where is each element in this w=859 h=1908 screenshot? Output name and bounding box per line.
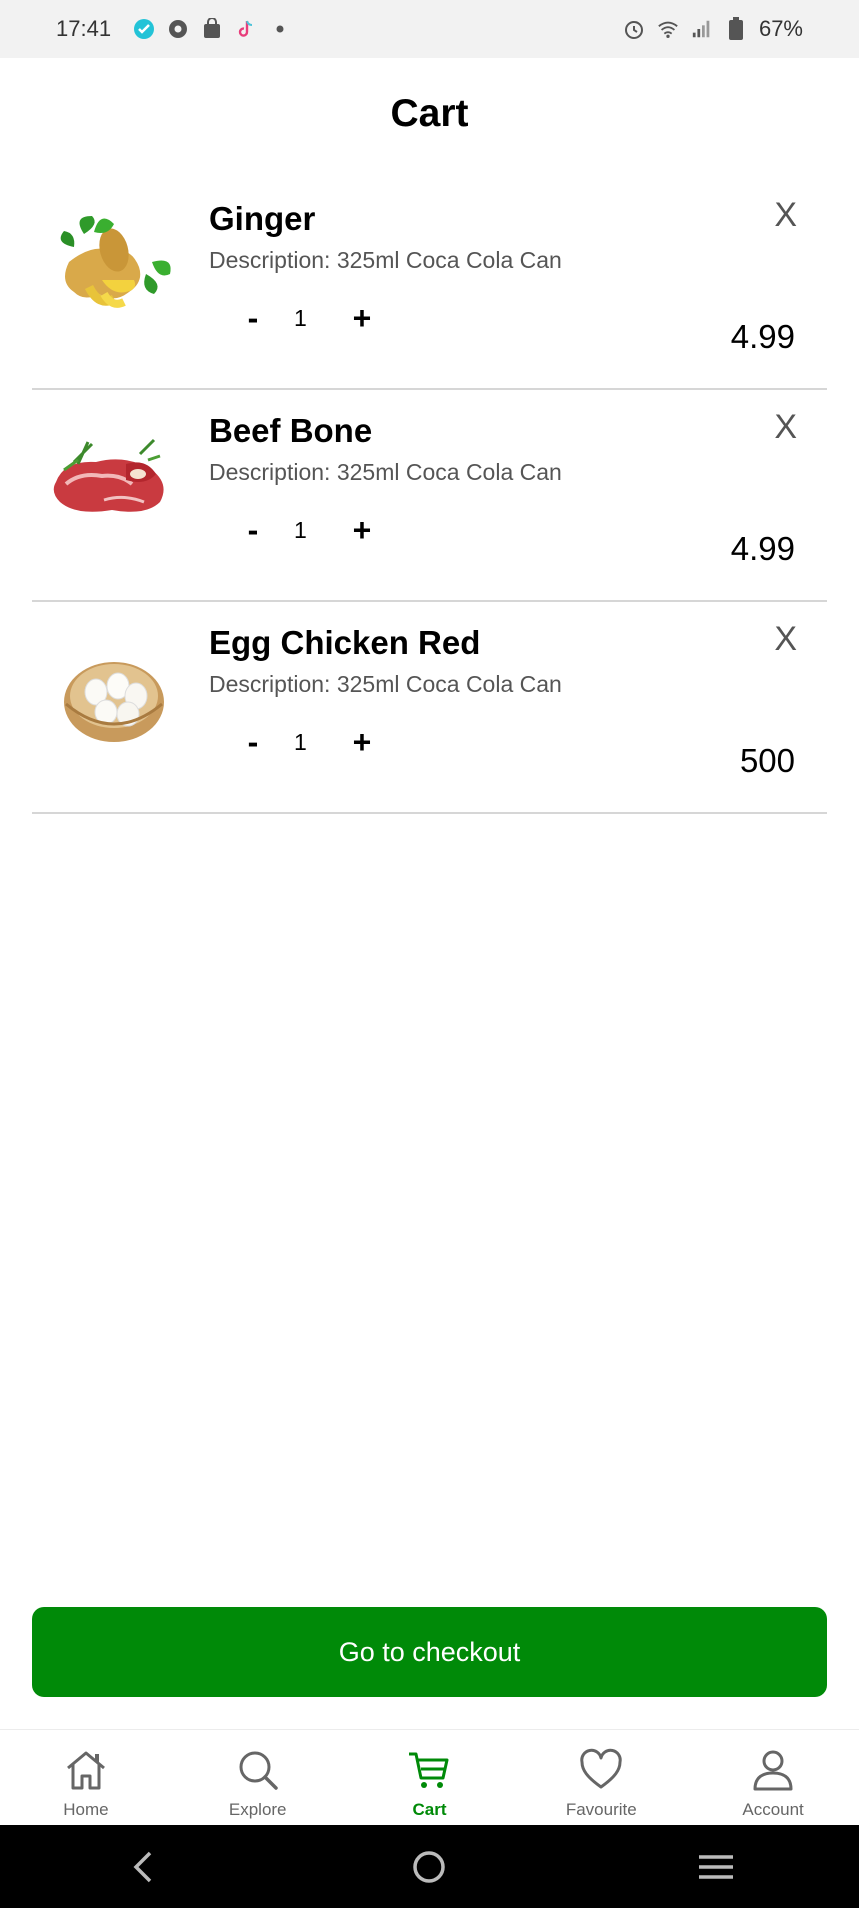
back-icon (133, 1851, 152, 1882)
item-price: 4.99 (730, 318, 795, 355)
status-right: 67% (623, 16, 803, 42)
decrease-quantity-button[interactable]: - (231, 296, 275, 340)
user-icon (753, 1750, 793, 1791)
item-price: 500 (739, 742, 795, 779)
wifi-icon (657, 18, 679, 40)
quantity-value: 1 (294, 305, 307, 331)
quantity-value: 1 (294, 517, 307, 543)
cart-item: Egg Chicken Red Description: 325ml Coca … (32, 602, 827, 814)
page-title: Cart (390, 92, 469, 135)
recents-button[interactable] (686, 1837, 746, 1897)
cart-item: Beef Bone Description: 325ml Coca Cola C… (32, 390, 827, 602)
remove-item-button[interactable]: X (774, 620, 797, 659)
nav-item-explore[interactable]: Explore (172, 1730, 344, 1825)
home-circle-icon (413, 1850, 446, 1883)
status-time: 17:41 (56, 16, 112, 41)
nav-label: Home (63, 1800, 109, 1819)
decrease-quantity-button[interactable]: - (231, 508, 275, 552)
system-nav-bar (0, 1825, 859, 1908)
more-notifications-icon (269, 18, 291, 40)
beef-image (44, 414, 184, 554)
nav-label: Explore (228, 1800, 287, 1819)
home-button[interactable] (399, 1837, 459, 1897)
battery-icon (725, 17, 747, 40)
increase-quantity-button[interactable]: + (340, 296, 384, 340)
nav-item-cart[interactable]: Cart (344, 1730, 516, 1825)
increase-quantity-button[interactable]: + (340, 720, 384, 764)
nav-label: Favourite (565, 1800, 637, 1819)
cart-icon (409, 1752, 449, 1788)
status-bar: 17:41 67% (0, 0, 859, 58)
item-name: Ginger (209, 200, 316, 237)
nav-label: Account (742, 1800, 804, 1819)
settings-app-icon (167, 18, 189, 40)
verified-app-icon (133, 18, 155, 40)
item-name: Egg Chicken Red (209, 624, 481, 661)
eggs-image (44, 626, 184, 766)
item-price: 4.99 (730, 530, 795, 567)
heart-icon (580, 1748, 622, 1789)
signal-icon (691, 18, 713, 40)
alarm-icon (623, 18, 645, 40)
shopping-bag-icon (201, 18, 223, 40)
search-icon (239, 1751, 278, 1790)
back-button[interactable] (113, 1837, 173, 1897)
nav-label: Cart (412, 1800, 447, 1819)
nav-item-home[interactable]: Home (0, 1730, 172, 1825)
item-description: Description: 325ml Coca Cola Can (209, 247, 562, 273)
checkout-button[interactable]: Go to checkout (32, 1607, 827, 1697)
tiktok-icon (235, 18, 257, 40)
quantity-value: 1 (294, 729, 307, 755)
battery-percentage: 67% (758, 16, 803, 41)
recents-icon (698, 1854, 733, 1879)
item-description: Description: 325ml Coca Cola Can (209, 459, 562, 485)
status-left: 17:41 (56, 16, 291, 42)
remove-item-button[interactable]: X (774, 196, 797, 235)
ginger-image (44, 202, 184, 342)
decrease-quantity-button[interactable]: - (231, 720, 275, 764)
nav-item-account[interactable]: Account (687, 1730, 859, 1825)
item-name: Beef Bone (209, 412, 373, 449)
increase-quantity-button[interactable]: + (340, 508, 384, 552)
cart-list: Ginger Description: 325ml Coca Cola Can … (32, 178, 827, 814)
bottom-nav: Home Explore Cart Favourite Account (0, 1729, 859, 1825)
home-icon (66, 1751, 105, 1790)
remove-item-button[interactable]: X (774, 408, 797, 447)
nav-item-favourite[interactable]: Favourite (515, 1730, 687, 1825)
item-description: Description: 325ml Coca Cola Can (209, 671, 562, 697)
cart-item: Ginger Description: 325ml Coca Cola Can … (32, 178, 827, 390)
